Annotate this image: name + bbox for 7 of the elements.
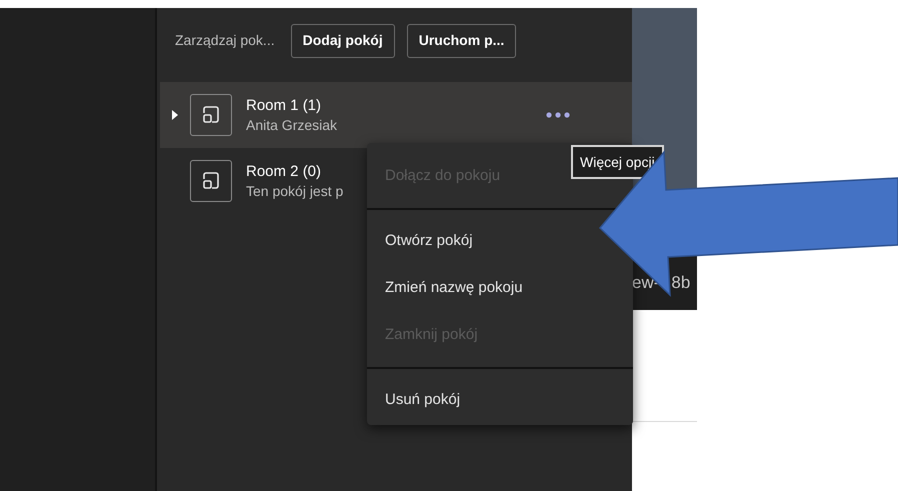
panel-label: Zarządzaj pok... [175,31,275,50]
tab-label: 8b [671,272,690,294]
tab-label: ew- [632,272,660,294]
room-title: Room 2 (0) [246,162,322,182]
room-subtitle: Anita Grzesiak [246,116,338,134]
room-title: Room 1 (1) [246,96,322,116]
room-subtitle: Ten pokój jest p [246,182,344,200]
